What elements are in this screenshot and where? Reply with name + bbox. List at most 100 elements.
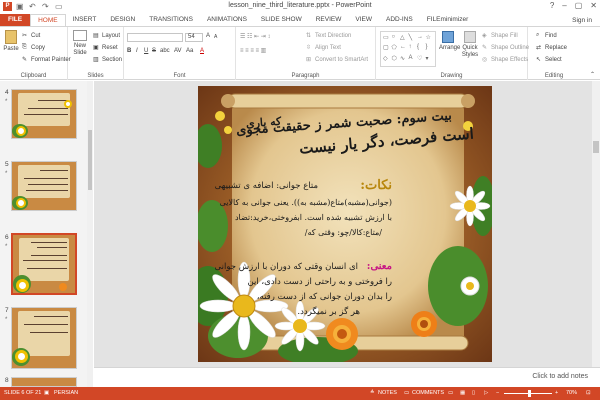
star-shape-icon[interactable]: ☆	[426, 34, 434, 43]
heart-icon[interactable]: ♡	[417, 55, 425, 64]
language-indicator[interactable]: PERSIAN	[54, 387, 78, 400]
underline-button[interactable]: U	[144, 48, 148, 54]
strikethrough-button[interactable]: S	[152, 48, 156, 54]
thumb-star: *	[5, 171, 8, 177]
select-button[interactable]: ↖ Select	[536, 56, 562, 64]
thumbnail-scroll-thumb[interactable]	[88, 130, 92, 190]
notes-pane[interactable]: Click to add notes	[94, 367, 600, 387]
italic-button[interactable]: I	[136, 48, 138, 54]
thumb-text-line	[40, 170, 68, 171]
shape-outline-button[interactable]: ✎ Shape Outline	[482, 44, 529, 52]
shrink-font-button[interactable]: A	[214, 34, 217, 40]
up-arrow-icon[interactable]: ↑	[409, 44, 417, 53]
tab-insert[interactable]: INSERT	[66, 14, 104, 26]
triangle-shape-icon[interactable]: △	[400, 34, 408, 43]
tab-add-ins[interactable]: ADD-INS	[379, 14, 420, 26]
pentagon-icon[interactable]: ⬠	[392, 44, 400, 53]
slide-thumbnail[interactable]	[11, 377, 77, 387]
align-text-button[interactable]: ⇳ Align Text	[306, 44, 341, 52]
align-buttons[interactable]: ≡ ≡ ≡ ≡ ▥	[240, 47, 266, 54]
copy-button[interactable]: ⎘ Copy	[22, 44, 45, 51]
quick-styles-button[interactable]: Quick Styles	[460, 31, 480, 59]
tab-home[interactable]: HOME	[30, 14, 66, 26]
bullets-button[interactable]: ☰ ☷ ⇤ ⇥ ↕	[240, 33, 270, 40]
tab-transitions[interactable]: TRANSITIONS	[142, 14, 200, 26]
normal-view-icon[interactable]: ▭	[448, 387, 453, 400]
editor-scrollbar[interactable]	[592, 81, 600, 367]
left-arrow-icon[interactable]: ←	[400, 44, 408, 53]
zoom-in-button[interactable]: +	[555, 387, 558, 400]
hexagon-icon[interactable]: ⬡	[392, 55, 400, 64]
brace-icon[interactable]: {	[417, 44, 425, 53]
shape-effects-button[interactable]: ◎ Shape Effects	[482, 56, 528, 64]
format-painter-button[interactable]: ✎ Format Painter	[22, 56, 71, 64]
oval-shape-icon[interactable]: ○	[392, 34, 400, 43]
grow-font-button[interactable]: A	[206, 33, 210, 39]
diamond-icon[interactable]: ◇	[383, 55, 391, 64]
tab-file[interactable]: FILE	[0, 14, 31, 26]
tab-review[interactable]: REVIEW	[309, 14, 349, 26]
editor-scroll-thumb[interactable]	[593, 141, 599, 153]
restore-button[interactable]: ▢	[575, 1, 583, 10]
tab-animations[interactable]: ANIMATIONS	[200, 14, 254, 26]
new-slide-button[interactable]: New Slide	[70, 30, 90, 57]
shape-fill-button[interactable]: ◈ Shape Fill	[482, 32, 518, 40]
slide-sorter-icon[interactable]: ▦	[460, 387, 465, 400]
collapse-ribbon-icon[interactable]: ⌃	[590, 71, 595, 78]
font-size-combo[interactable]: 54	[185, 33, 203, 42]
minimize-button[interactable]: –	[562, 1, 566, 10]
font-color-button[interactable]: A	[200, 48, 204, 54]
help-button[interactable]: ?	[550, 1, 554, 10]
rectangle-shape-icon[interactable]: ▭	[383, 34, 391, 43]
font-name-combo[interactable]	[127, 33, 183, 42]
slideshow-view-icon[interactable]: ▷	[484, 387, 488, 400]
slide-canvas[interactable]: بیت سوم: صحبت شمر ز حقیقت مجوی است فرصت،…	[198, 86, 492, 362]
thumbnail-scrollbar[interactable]	[87, 81, 93, 387]
shadow-button[interactable]: abc	[160, 48, 170, 54]
slide-thumbnail[interactable]	[11, 161, 77, 211]
line-shape-icon[interactable]: ╲	[409, 34, 417, 43]
reset-button[interactable]: ▣ Reset	[93, 44, 118, 52]
tab-design[interactable]: DESIGN	[103, 14, 142, 26]
shapes-gallery[interactable]: ▭ ○ △ ╲ → ☆ ▢ ⬠ ← ↑{} ◇ ⬡ ∿ A ♡ ▾	[380, 31, 436, 67]
text-direction-button[interactable]: ⇅ Text Direction	[306, 32, 351, 40]
curve-icon[interactable]: ∿	[400, 55, 408, 64]
replace-button[interactable]: ⇄ Replace	[536, 44, 567, 52]
notes-placeholder[interactable]: Click to add notes	[532, 373, 588, 380]
zoom-slider-knob[interactable]	[528, 390, 531, 397]
comments-button[interactable]: COMMENTS	[412, 387, 444, 400]
slide-thumbnail-selected[interactable]	[11, 233, 77, 295]
clipboard-group-label: Clipboard	[20, 73, 47, 79]
arrow-shape-icon[interactable]: →	[417, 34, 425, 43]
bold-button[interactable]: B	[127, 48, 131, 54]
layout-button[interactable]: ▤ Layout	[93, 32, 120, 40]
zoom-level[interactable]: 70%	[566, 387, 577, 400]
section-button[interactable]: ▥ Section	[93, 56, 122, 64]
slide-thumbnail[interactable]	[11, 307, 77, 369]
textbox-icon[interactable]: A	[409, 55, 417, 64]
fit-slide-icon[interactable]: ⊡	[586, 387, 591, 400]
paste-button[interactable]: Paste	[2, 30, 20, 52]
zoom-out-button[interactable]: −	[496, 387, 499, 400]
mani-label: معنی:	[366, 261, 392, 272]
reading-view-icon[interactable]: ▯	[472, 387, 475, 400]
more-shapes-icon[interactable]: ▾	[426, 55, 434, 64]
tab-slide-show[interactable]: SLIDE SHOW	[254, 14, 309, 26]
spellcheck-icon[interactable]: ▣	[44, 387, 49, 400]
slide-thumbnail[interactable]	[11, 89, 77, 139]
notes-toggle-button[interactable]: NOTES	[378, 387, 397, 400]
align-icon: ≡ ≡ ≡ ≡ ▥	[240, 48, 267, 54]
arrange-button[interactable]: Arrange	[439, 31, 460, 51]
rounded-rect-icon[interactable]: ▢	[383, 44, 391, 53]
bracket-icon[interactable]: }	[426, 44, 434, 53]
smartart-button[interactable]: ⊞ Convert to SmartArt	[306, 56, 368, 64]
character-spacing-button[interactable]: AV	[174, 48, 182, 54]
cut-button[interactable]: ✂ Cut	[22, 32, 40, 40]
thumb-text-line	[31, 242, 67, 243]
tab-view[interactable]: VIEW	[348, 14, 379, 26]
change-case-button[interactable]: Aa	[186, 48, 193, 54]
tab-fileminimizer[interactable]: FILEminimizer	[420, 14, 476, 26]
sign-in-link[interactable]: Sign in	[572, 17, 592, 24]
close-button[interactable]: ✕	[590, 1, 597, 10]
find-button[interactable]: ⌕ Find	[536, 32, 557, 39]
